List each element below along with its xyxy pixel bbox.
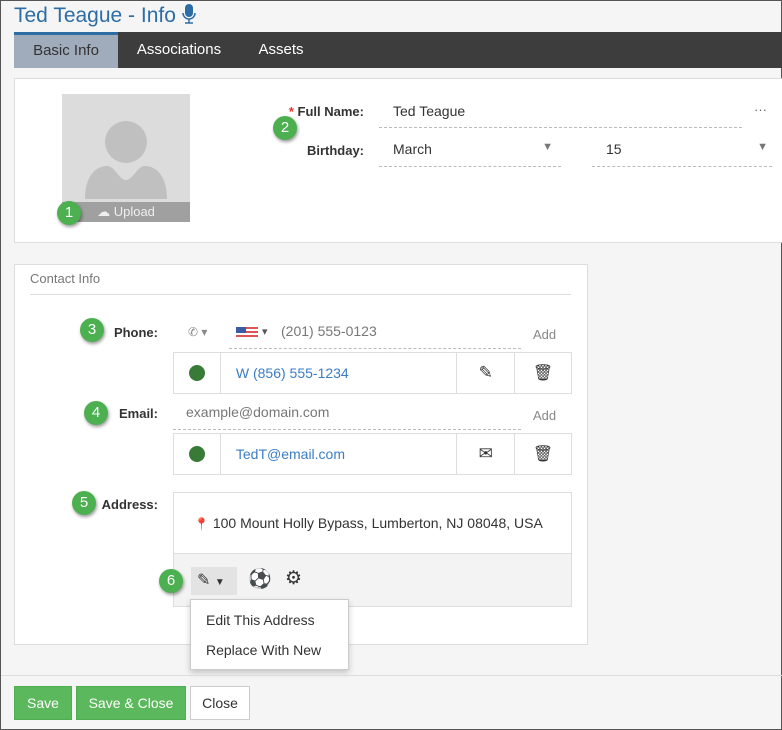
page-title: Ted Teague - Info	[14, 4, 196, 28]
soccer-ball-icon[interactable]: ⚽	[248, 567, 272, 591]
month-value: March	[393, 141, 432, 157]
phone-link[interactable]: W (856) 555-1234	[236, 365, 349, 381]
trash-icon: 🗑	[532, 365, 554, 382]
map-marker-icon: 📍	[194, 517, 209, 531]
microphone-icon[interactable]	[182, 4, 196, 24]
avatar[interactable]: ☁ Upload	[62, 94, 190, 222]
menu-item-edit-address[interactable]: Edit This Address	[191, 605, 348, 635]
callout-badge-6: 6	[159, 569, 183, 593]
add-email-button[interactable]: Add	[533, 408, 556, 423]
email-row: TedT@email.com ✉ 🗑	[173, 433, 572, 475]
callout-badge-1: 1	[57, 201, 81, 225]
trash-icon: 🗑	[532, 446, 554, 463]
send-email-button[interactable]: ✉	[457, 434, 516, 474]
edit-icon: ✎	[197, 572, 211, 589]
status-dot	[188, 365, 205, 381]
menu-item-replace-with-new[interactable]: Replace With New	[191, 635, 348, 665]
address-value: 100 Mount Holly Bypass, Lumberton, NJ 08…	[212, 515, 543, 531]
phone-label: Phone:	[113, 325, 158, 340]
chevron-down-icon: ▼	[757, 141, 768, 153]
edit-icon: ✎	[478, 363, 493, 382]
upload-label: Upload	[113, 204, 155, 219]
tab-assets[interactable]: Assets	[246, 32, 316, 68]
birthday-label: Birthday:	[306, 143, 364, 158]
callout-badge-3: 3	[80, 318, 104, 342]
address-box: 📍 100 Mount Holly Bypass, Lumberton, NJ …	[173, 492, 572, 607]
birthday-month-select[interactable]: March ▼	[379, 141, 561, 167]
save-close-button[interactable]: Save & Close	[76, 686, 186, 720]
upload-button[interactable]: ☁ Upload	[62, 202, 190, 222]
edit-address-dropdown[interactable]: ✎ ▼	[191, 567, 237, 595]
callout-badge-5: 5	[72, 491, 96, 515]
more-options-button[interactable]: ···	[754, 102, 767, 117]
delete-phone-button[interactable]: 🗑	[515, 353, 571, 393]
phone-input[interactable]: (201) 555-0123	[229, 323, 521, 349]
email-link[interactable]: TedT@email.com	[236, 446, 345, 462]
full-name-label: * Full Name:	[231, 104, 364, 119]
title-text: Ted Teague - Info	[14, 4, 176, 27]
full-name-input[interactable]: Ted Teague	[379, 103, 742, 128]
address-edit-menu: Edit This Address Replace With New	[190, 599, 349, 670]
address-text: 📍 100 Mount Holly Bypass, Lumberton, NJ …	[194, 515, 543, 531]
tab-bar: Basic Info Associations Assets	[14, 32, 782, 68]
cloud-upload-icon: ☁	[97, 204, 111, 219]
day-value: 15	[606, 141, 622, 157]
tab-associations[interactable]: Associations	[122, 32, 236, 68]
save-button[interactable]: Save	[14, 686, 72, 720]
phone-type-dropdown[interactable]: ✆ ▾	[188, 325, 207, 339]
close-button[interactable]: Close	[190, 686, 250, 720]
chevron-down-icon: ▼	[542, 141, 553, 153]
email-input[interactable]: example@domain.com	[173, 404, 521, 430]
add-phone-button[interactable]: Add	[533, 327, 556, 342]
callout-badge-4: 4	[84, 401, 108, 425]
caret-down-icon: ▼	[214, 577, 225, 588]
email-label: Email:	[118, 406, 158, 421]
envelope-icon: ✉	[478, 444, 493, 463]
contact-info-title: Contact Info	[30, 271, 571, 295]
delete-email-button[interactable]: 🗑	[515, 434, 571, 474]
edit-phone-button[interactable]: ✎	[457, 353, 516, 393]
phone-row: W (856) 555-1234 ✎ 🗑	[173, 352, 572, 394]
status-dot	[188, 446, 205, 462]
birthday-day-select[interactable]: 15 ▼	[592, 141, 772, 167]
full-name-label-text: Full Name:	[297, 104, 364, 119]
gear-icon[interactable]: ⚙	[285, 567, 302, 590]
callout-badge-2: 2	[273, 116, 297, 140]
footer-divider	[1, 675, 782, 676]
tab-basic-info[interactable]: Basic Info	[14, 32, 118, 68]
phone-icon: ✆	[188, 325, 199, 339]
